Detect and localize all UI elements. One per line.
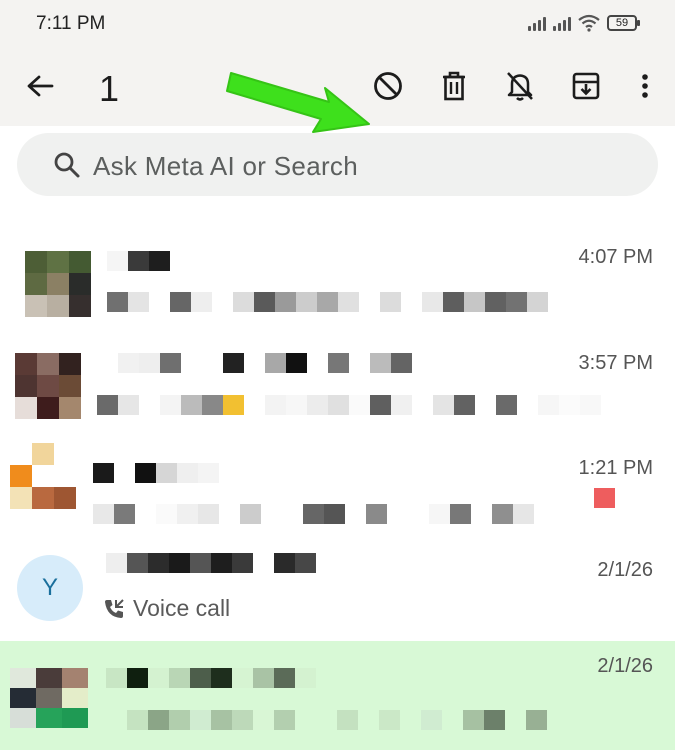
unread-indicator-redacted	[594, 488, 615, 508]
chat-row[interactable]: 3:57 PM	[0, 338, 675, 443]
search-placeholder: Ask Meta AI or Search	[93, 151, 358, 181]
mute-button[interactable]	[500, 66, 540, 106]
chat-time: 1:21 PM	[578, 457, 653, 479]
chat-row[interactable]: Y 2/1/26 Voice call	[0, 545, 675, 650]
trash-icon	[443, 71, 465, 101]
contact-name-redacted	[106, 553, 316, 573]
archive-icon	[572, 72, 600, 100]
status-time: 7:11 PM	[36, 13, 106, 34]
avatar	[25, 251, 91, 317]
status-bar: 7:11 PM 59	[0, 0, 675, 50]
chat-time: 4:07 PM	[578, 246, 653, 268]
missed-call-icon	[105, 598, 124, 618]
chat-row-selected[interactable]: 2/1/26	[0, 641, 675, 750]
last-message: Voice call	[103, 595, 230, 622]
avatar	[15, 353, 81, 419]
bell-off-icon	[507, 72, 533, 101]
annotation-arrow-icon	[226, 72, 370, 133]
message-preview-redacted	[93, 504, 534, 524]
chat-time: 3:57 PM	[578, 352, 653, 374]
battery-icon: 59	[607, 15, 640, 31]
contact-name-redacted	[107, 251, 170, 271]
message-preview-redacted	[127, 710, 547, 730]
signal-icon-2	[553, 15, 571, 31]
message-preview-redacted	[107, 292, 548, 312]
contact-name-redacted	[97, 353, 412, 373]
selected-count: 1	[99, 68, 120, 109]
voice-call-label: Voice call	[133, 595, 231, 621]
signal-icon	[528, 15, 546, 31]
more-vert-icon	[642, 74, 648, 98]
search-icon	[54, 152, 80, 178]
back-button[interactable]	[22, 68, 58, 104]
avatar	[10, 443, 76, 509]
more-options-button[interactable]	[625, 66, 665, 106]
message-preview-redacted	[97, 395, 601, 415]
delete-button[interactable]	[434, 66, 474, 106]
avatar: Y	[17, 555, 83, 621]
arrow-left-icon	[27, 75, 54, 97]
chat-row[interactable]: 1:21 PM	[0, 443, 675, 548]
battery-level: 59	[615, 17, 629, 29]
wifi-icon	[578, 14, 600, 32]
chat-row[interactable]: 4:07 PM	[0, 232, 675, 337]
contact-name-redacted	[93, 463, 219, 483]
block-icon	[374, 72, 402, 100]
contact-name-redacted	[106, 668, 316, 688]
chat-time: 2/1/26	[597, 655, 653, 677]
status-icons: 59	[528, 14, 640, 32]
archive-button[interactable]	[566, 66, 606, 106]
chat-time: 2/1/26	[597, 559, 653, 581]
selection-toolbar: 1	[0, 50, 675, 133]
search-bar[interactable]: Ask Meta AI or Search	[17, 133, 658, 196]
avatar	[10, 668, 88, 728]
